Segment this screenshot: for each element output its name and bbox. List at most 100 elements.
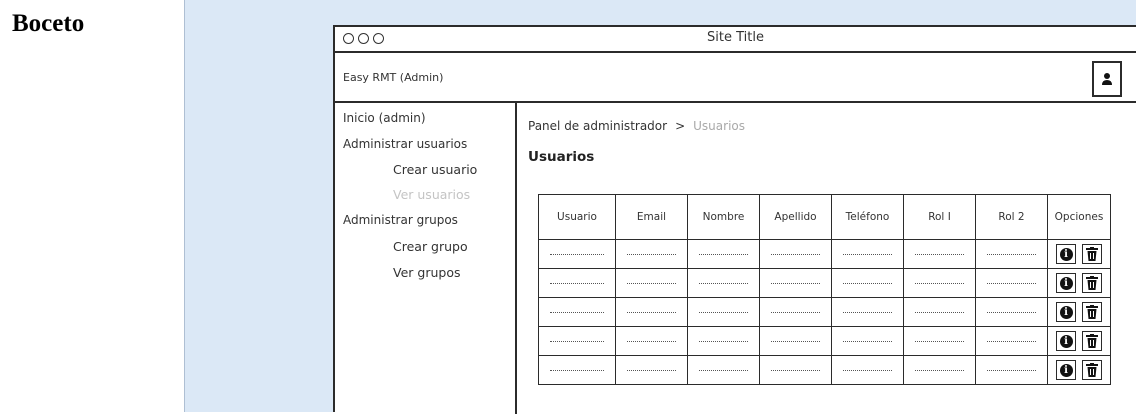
placeholder-text-scribble (842, 311, 893, 315)
table-row[interactable]: i (538, 355, 1111, 385)
table-cell: i (1047, 355, 1111, 385)
column-header-apellido[interactable]: Apellido (759, 194, 832, 240)
column-header-nombre[interactable]: Nombre (687, 194, 760, 240)
trash-icon (1086, 276, 1098, 290)
column-header-usuario[interactable]: Usuario (538, 194, 616, 240)
table-cell (615, 268, 688, 298)
table-cell (615, 239, 688, 269)
table-cell (831, 239, 904, 269)
info-icon: i (1059, 305, 1073, 319)
placeholder-text-scribble (986, 311, 1037, 315)
column-header-email[interactable]: Email (615, 194, 688, 240)
placeholder-text-scribble (770, 282, 821, 286)
info-button[interactable]: i (1056, 360, 1076, 380)
delete-button[interactable] (1082, 273, 1102, 293)
table-cell (538, 355, 616, 385)
placeholder-text-scribble (770, 340, 821, 344)
delete-button[interactable] (1082, 302, 1102, 322)
table-cell (975, 355, 1048, 385)
table-cell (687, 239, 760, 269)
sidebar-item-administrar-usuarios[interactable]: Administrar usuarios (343, 137, 467, 151)
column-header-rol-2[interactable]: Rol 2 (975, 194, 1048, 240)
row-options: i (1048, 244, 1110, 264)
placeholder-text-scribble (626, 340, 677, 344)
breadcrumb-parent-link[interactable]: Panel de administrador (528, 119, 667, 133)
column-header-telefono[interactable]: Teléfono (831, 194, 904, 240)
info-icon: i (1059, 334, 1073, 348)
title-bar: Site Title (335, 27, 1136, 53)
table-cell (615, 355, 688, 385)
placeholder-text-scribble (914, 369, 965, 373)
sidebar-item-ver-grupos[interactable]: Ver grupos (393, 265, 460, 280)
placeholder-text-scribble (986, 282, 1037, 286)
placeholder-text-scribble (550, 282, 604, 286)
placeholder-text-scribble (842, 282, 893, 286)
table-row[interactable]: i (538, 297, 1111, 327)
info-button[interactable]: i (1056, 331, 1076, 351)
users-table: Usuario Email Nombre Apellido Teléfono R… (538, 194, 1111, 385)
sidebar: Inicio (admin) Administrar usuarios Crea… (335, 101, 517, 414)
placeholder-text-scribble (698, 340, 749, 344)
sidebar-item-crear-usuario[interactable]: Crear usuario (393, 162, 477, 177)
table-row[interactable]: i (538, 239, 1111, 269)
placeholder-text-scribble (914, 311, 965, 315)
delete-button[interactable] (1082, 244, 1102, 264)
user-icon (1102, 73, 1112, 85)
placeholder-text-scribble (698, 253, 749, 257)
breadcrumb-separator: > (675, 119, 686, 133)
sidebar-item-ver-usuarios[interactable]: Ver usuarios (393, 187, 470, 202)
table-cell (759, 326, 832, 356)
table-cell (687, 268, 760, 298)
table-body: i i i i i (538, 239, 1111, 385)
placeholder-text-scribble (698, 282, 749, 286)
table-cell (687, 355, 760, 385)
trash-icon (1086, 334, 1098, 348)
table-cell (538, 326, 616, 356)
site-title: Site Title (707, 30, 764, 45)
table-header-row: Usuario Email Nombre Apellido Teléfono R… (538, 194, 1111, 240)
sidebar-item-crear-grupo[interactable]: Crear grupo (393, 239, 468, 254)
info-button[interactable]: i (1056, 273, 1076, 293)
table-cell: i (1047, 239, 1111, 269)
placeholder-text-scribble (550, 311, 604, 315)
table-cell (538, 268, 616, 298)
delete-button[interactable] (1082, 331, 1102, 351)
table-cell (831, 326, 904, 356)
table-cell (615, 297, 688, 327)
table-cell (687, 297, 760, 327)
browser-window: Site Title Easy RMT (Admin) Inicio (admi… (333, 25, 1136, 414)
table-cell (975, 268, 1048, 298)
table-row[interactable]: i (538, 268, 1111, 298)
table-cell (759, 355, 832, 385)
column-header-opciones: Opciones (1047, 194, 1111, 240)
table-cell: i (1047, 297, 1111, 327)
sidebar-item-administrar-grupos[interactable]: Administrar grupos (343, 213, 458, 227)
info-button[interactable]: i (1056, 244, 1076, 264)
table-cell (831, 268, 904, 298)
table-cell (903, 355, 976, 385)
breadcrumb: Panel de administrador > Usuarios (528, 119, 745, 133)
placeholder-text-scribble (626, 282, 677, 286)
table-cell (903, 268, 976, 298)
sidebar-item-inicio[interactable]: Inicio (admin) (343, 111, 426, 125)
row-options: i (1048, 360, 1110, 380)
table-cell: i (1047, 268, 1111, 298)
user-account-button[interactable] (1092, 61, 1122, 97)
table-cell: i (1047, 326, 1111, 356)
table-cell (831, 297, 904, 327)
table-cell (975, 326, 1048, 356)
table-row[interactable]: i (538, 326, 1111, 356)
placeholder-text-scribble (986, 369, 1037, 373)
column-header-rol-1[interactable]: Rol I (903, 194, 976, 240)
placeholder-text-scribble (698, 311, 749, 315)
trash-icon (1086, 247, 1098, 261)
app-brand: Easy RMT (Admin) (343, 71, 444, 84)
info-button[interactable]: i (1056, 302, 1076, 322)
app-header: Easy RMT (Admin) (335, 51, 1136, 103)
delete-button[interactable] (1082, 360, 1102, 380)
table-cell (903, 297, 976, 327)
placeholder-text-scribble (550, 253, 604, 257)
table-cell (759, 239, 832, 269)
info-icon: i (1059, 276, 1073, 290)
placeholder-text-scribble (914, 282, 965, 286)
